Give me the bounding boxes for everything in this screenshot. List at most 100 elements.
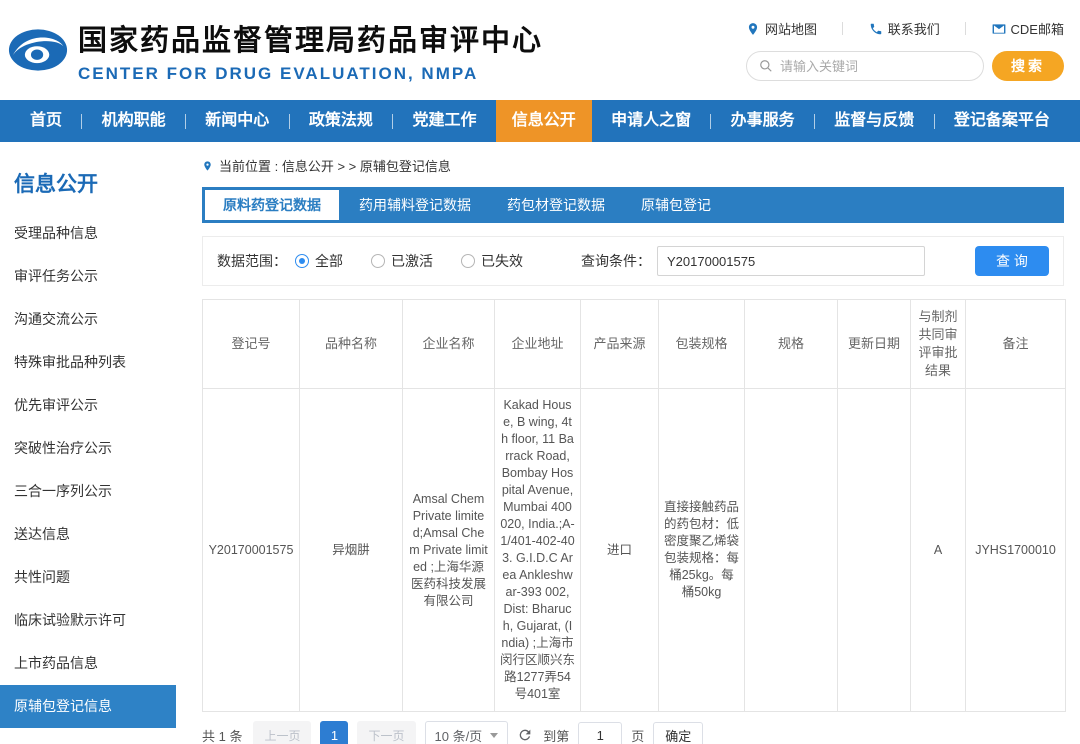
sidebar: 信息公开 受理品种信息 审评任务公示 沟通交流公示 特殊审批品种列表 优先审评公… [0, 142, 176, 744]
tab-raw-excipient-package-registration[interactable]: 原辅包登记 [623, 187, 729, 223]
nav-item-supervision-feedback[interactable]: 监督与反馈 [826, 100, 922, 142]
filter-bar: 数据范围： 全部 已激活 已失效 查询条件： [202, 236, 1064, 286]
search-button[interactable]: 搜索 [992, 51, 1064, 81]
nav-item-info-disclosure[interactable]: 信息公开 [496, 100, 592, 142]
site-header: 国家药品监督管理局药品审评中心 CENTER FOR DRUG EVALUATI… [0, 0, 1080, 100]
query-condition-label: 查询条件： [581, 251, 651, 271]
data-range-label: 数据范围： [217, 251, 287, 271]
cde-mailbox-link[interactable]: CDE邮箱 [992, 19, 1064, 38]
tab-api-registration-data[interactable]: 原料药登记数据 [205, 190, 339, 220]
col-header-packaging-spec: 包装规格 [659, 300, 745, 389]
nav-item-home[interactable]: 首页 [22, 100, 70, 142]
cell-company-name: Amsal Chem Private limited;Amsal Chem Pr… [403, 389, 495, 712]
contact-us-link-label: 联系我们 [888, 19, 940, 38]
brand[interactable]: 国家药品监督管理局药品审评中心 CENTER FOR DRUG EVALUATI… [8, 17, 543, 84]
radio-expired[interactable]: 已失效 [461, 251, 523, 271]
header-search-bar: 搜索 [746, 51, 1064, 81]
sidebar-item-marketed-drug-info[interactable]: 上市药品信息 [0, 642, 176, 685]
search-icon [759, 59, 773, 73]
nav-item-registration-platform[interactable]: 登记备案平台 [946, 100, 1058, 142]
nav-item-services[interactable]: 办事服务 [723, 100, 803, 142]
cell-registration-number: Y20170001575 [203, 389, 300, 712]
sitemap-link[interactable]: 网站地图 [746, 19, 817, 38]
radio-activated[interactable]: 已激活 [371, 251, 433, 271]
location-pin-icon [202, 159, 213, 173]
sidebar-title: 信息公开 [0, 154, 176, 212]
nav-divider [185, 114, 186, 129]
mail-icon [992, 22, 1006, 36]
cell-joint-review-result: A [911, 389, 966, 712]
sidebar-item-clinical-trial-implied-license[interactable]: 临床试验默示许可 [0, 599, 176, 642]
sidebar-item-three-in-one-publicity[interactable]: 三合一序列公示 [0, 470, 176, 513]
cell-remark: JYHS1700010 [966, 389, 1066, 712]
contact-us-link[interactable]: 联系我们 [869, 19, 940, 38]
col-header-joint-review-result: 与制剂共同审评审批结果 [911, 300, 966, 389]
nav-divider [934, 114, 935, 129]
total-count-label: 共 1 条 [202, 726, 242, 744]
cde-website-page: 国家药品监督管理局药品审评中心 CENTER FOR DRUG EVALUATI… [0, 0, 1080, 744]
sidebar-item-breakthrough-therapy-publicity[interactable]: 突破性治疗公示 [0, 427, 176, 470]
sidebar-item-communication-publicity[interactable]: 沟通交流公示 [0, 298, 176, 341]
quick-links: 网站地图 联系我们 CDE邮箱 [746, 19, 1064, 38]
tab-excipient-registration-data[interactable]: 药用辅料登记数据 [341, 187, 489, 223]
nav-item-applicant-window[interactable]: 申请人之窗 [603, 100, 699, 142]
nav-item-functions[interactable]: 机构职能 [94, 100, 174, 142]
cell-product-source: 进口 [581, 389, 659, 712]
col-header-remark: 备注 [966, 300, 1066, 389]
location-pin-icon [746, 22, 760, 36]
sidebar-item-delivery-info[interactable]: 送达信息 [0, 513, 176, 556]
sidebar-item-special-approval-list[interactable]: 特殊审批品种列表 [0, 341, 176, 384]
prev-page-button[interactable]: 上一页 [253, 721, 311, 744]
page-size-value: 10 条/页 [435, 726, 483, 744]
table-row: Y20170001575 异烟肼 Amsal Chem Private limi… [203, 389, 1066, 712]
sidebar-item-priority-review-publicity[interactable]: 优先审评公示 [0, 384, 176, 427]
sidebar-item-review-task-publicity[interactable]: 审评任务公示 [0, 255, 176, 298]
site-subtitle-en: CENTER FOR DRUG EVALUATION, NMPA [78, 64, 543, 84]
registration-data-table: 登记号 品种名称 企业名称 企业地址 产品来源 包装规格 规格 更新日期 与制剂… [202, 299, 1066, 712]
query-button[interactable]: 查 询 [975, 246, 1049, 276]
goto-page-label: 到第 [543, 726, 569, 744]
phone-icon [869, 22, 883, 36]
search-field [746, 51, 984, 81]
goto-page-suffix: 页 [631, 726, 644, 744]
cde-logo-icon [8, 28, 68, 72]
col-header-variety-name: 品种名称 [300, 300, 403, 389]
nav-divider [289, 114, 290, 129]
goto-page-input[interactable] [578, 722, 622, 744]
breadcrumb-text: 当前位置 : 信息公开 > > 原辅包登记信息 [219, 156, 451, 175]
cell-spec [745, 389, 838, 712]
nav-divider [814, 114, 815, 129]
breadcrumb: 当前位置 : 信息公开 > > 原辅包登记信息 [202, 156, 1064, 175]
nav-item-party-building[interactable]: 党建工作 [404, 100, 484, 142]
confirm-button[interactable]: 确定 [653, 722, 703, 744]
site-title: 国家药品监督管理局药品审评中心 [78, 17, 543, 59]
col-header-company-address: 企业地址 [495, 300, 581, 389]
main-nav: 首页 机构职能 新闻中心 政策法规 党建工作 信息公开 申请人之窗 办事服务 监… [0, 100, 1080, 142]
refresh-icon[interactable] [517, 727, 534, 744]
header-divider [842, 22, 843, 35]
page-number-1[interactable]: 1 [320, 721, 348, 744]
sidebar-item-common-issues[interactable]: 共性问题 [0, 556, 176, 599]
col-header-update-date: 更新日期 [838, 300, 911, 389]
nav-item-policies[interactable]: 政策法规 [301, 100, 381, 142]
query-condition-input[interactable] [657, 246, 925, 276]
header-right: 网站地图 联系我们 CDE邮箱 搜索 [746, 19, 1064, 81]
cell-update-date [838, 389, 911, 712]
main-content: 当前位置 : 信息公开 > > 原辅包登记信息 原料药登记数据 药用辅料登记数据… [176, 142, 1080, 744]
radio-all[interactable]: 全部 [295, 251, 343, 271]
page-size-select[interactable]: 10 条/页 [425, 721, 509, 744]
cell-packaging-spec: 直接接触药品的药包材：低密度聚乙烯袋 包装规格：每桶25kg。每桶50kg [659, 389, 745, 712]
table-header-row: 登记号 品种名称 企业名称 企业地址 产品来源 包装规格 规格 更新日期 与制剂… [203, 300, 1066, 389]
tab-packaging-material-registration-data[interactable]: 药包材登记数据 [489, 187, 623, 223]
chevron-down-icon [490, 733, 498, 738]
nav-item-news-center[interactable]: 新闻中心 [197, 100, 277, 142]
radio-activated-label: 已激活 [391, 251, 433, 271]
cell-variety-name: 异烟肼 [300, 389, 403, 712]
sidebar-item-raw-excipient-package-registration[interactable]: 原辅包登记信息 [0, 685, 176, 728]
col-header-company-name: 企业名称 [403, 300, 495, 389]
next-page-button[interactable]: 下一页 [357, 721, 415, 744]
sidebar-item-accepted-variety-info[interactable]: 受理品种信息 [0, 212, 176, 255]
keyword-search-input[interactable] [780, 59, 971, 74]
nav-divider [710, 114, 711, 129]
data-range-radio-group: 全部 已激活 已失效 [295, 251, 523, 271]
